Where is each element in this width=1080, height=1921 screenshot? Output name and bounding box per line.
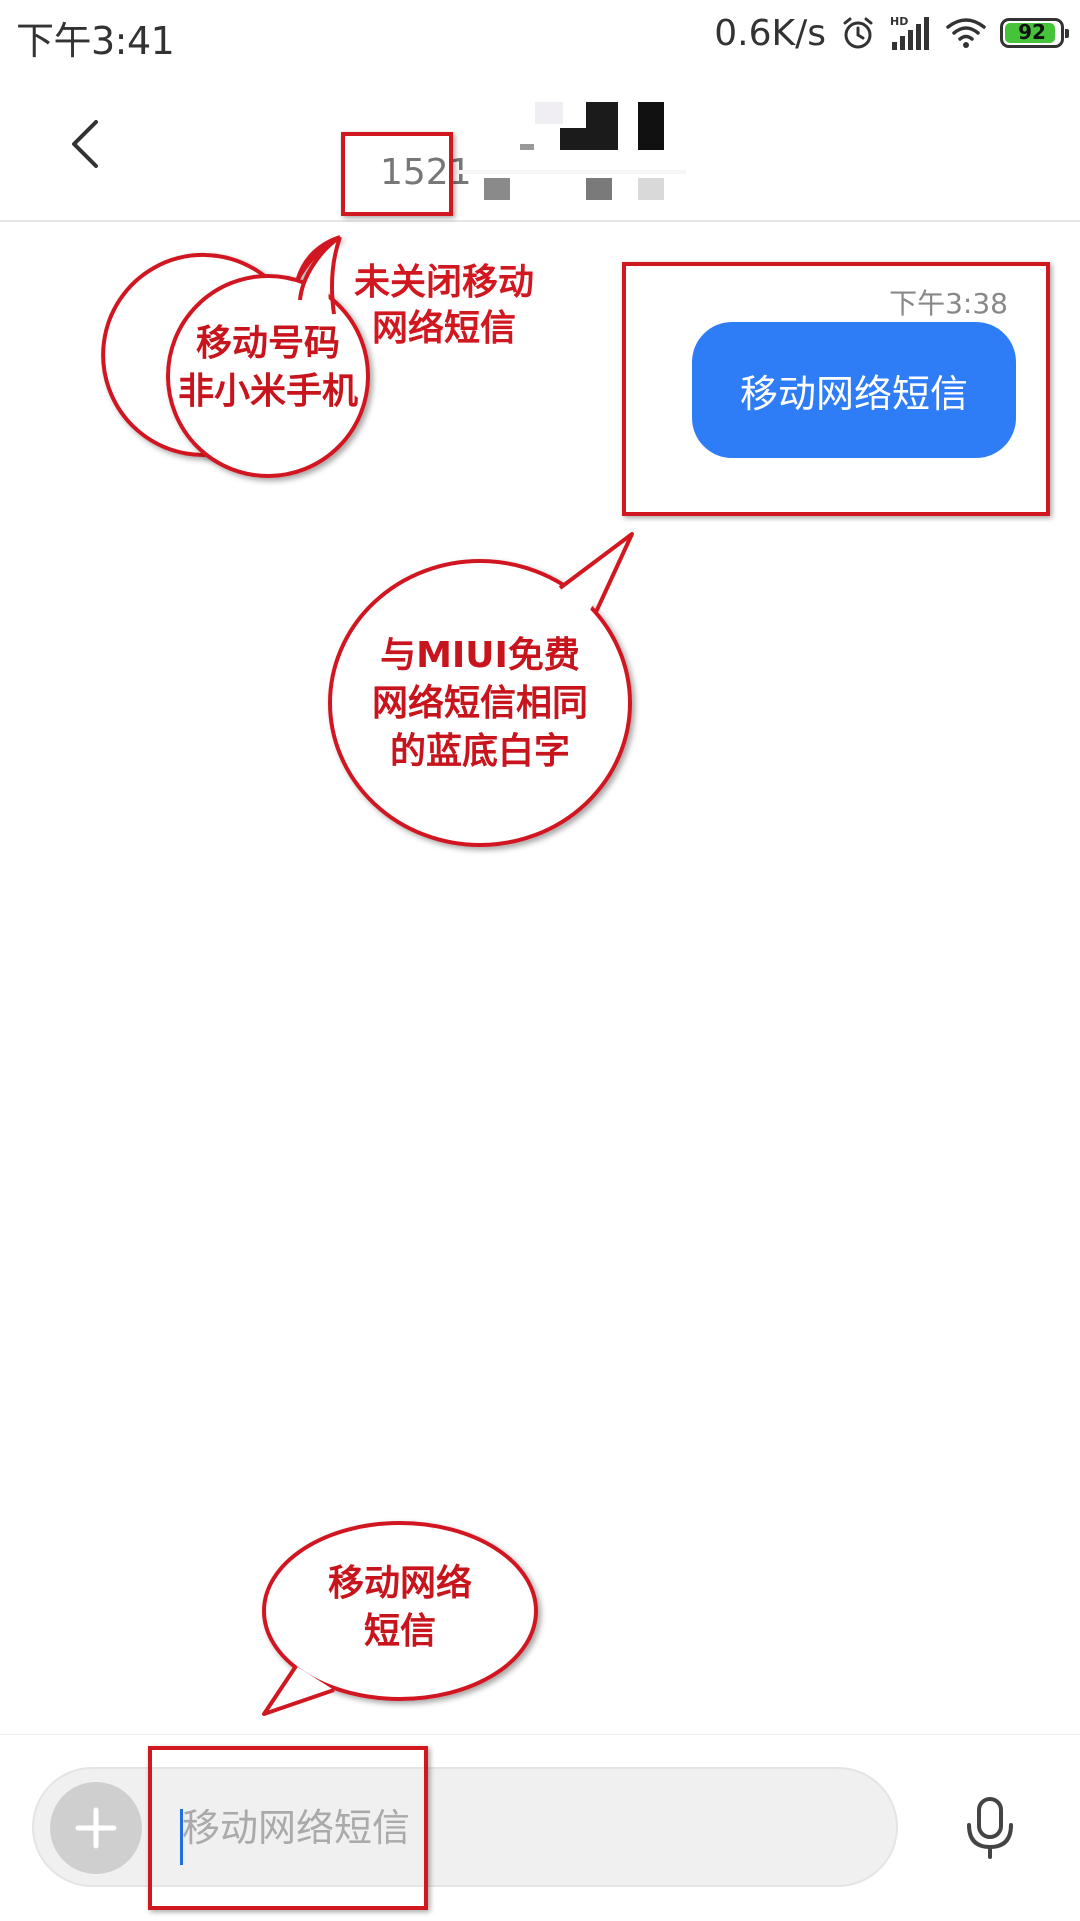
callout-line: 非小米手机 (177, 371, 358, 412)
highlight-box-input (148, 1746, 428, 1910)
highlight-box-message (622, 262, 1050, 516)
callout-mobile-sms: 移动网络 短信 (300, 1560, 500, 1656)
callout-line: 移动号码 (195, 323, 340, 364)
annotation-line: 网络短信 (371, 308, 516, 349)
highlight-box-contact-number (341, 132, 453, 216)
callout-mobile-number: 移动号码 非小米手机 (168, 320, 368, 416)
callout-line: 短信 (363, 1611, 436, 1652)
callout-line: 网络短信相同 (371, 683, 588, 724)
callout-line: 的蓝底白字 (389, 731, 570, 772)
callout-same-as-miui: 与MIUI免费 网络短信相同 的蓝底白字 (356, 632, 604, 776)
annotation-line: 未关闭移动 (354, 262, 535, 303)
callout-line: 移动网络 (327, 1563, 472, 1604)
annotation-label-not-closed: 未关闭移动 网络短信 (354, 260, 534, 352)
callout-line: 与MIUI免费 (380, 635, 580, 676)
